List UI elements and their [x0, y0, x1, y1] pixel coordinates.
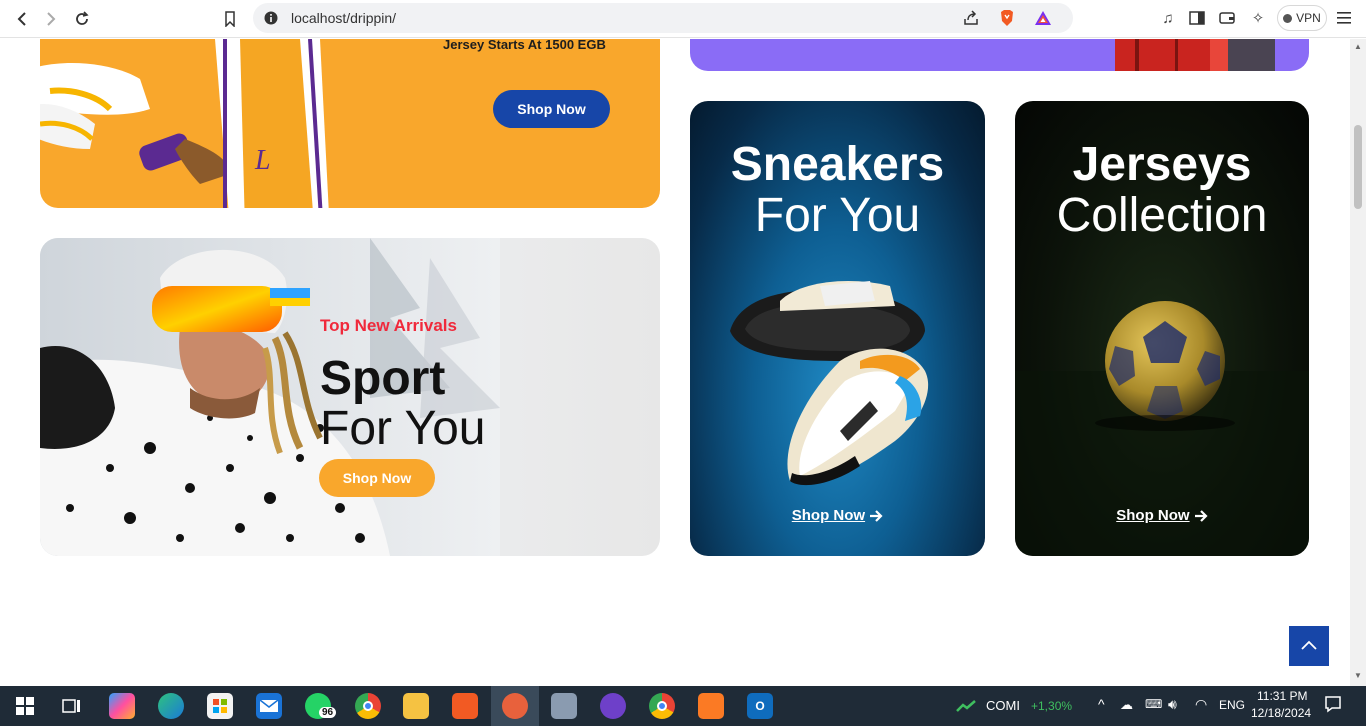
task-view-icon[interactable]	[59, 693, 85, 719]
back-to-top-button[interactable]	[1289, 626, 1329, 666]
wallet-icon[interactable]	[1217, 8, 1237, 28]
vpn-status-icon	[1283, 13, 1293, 23]
vpn-label: VPN	[1296, 11, 1321, 25]
postman-icon[interactable]	[502, 693, 528, 719]
language-indicator[interactable]: ENG	[1219, 698, 1245, 712]
sport-card: Top New Arrivals Sport For You Shop Now	[40, 238, 660, 556]
chrome-profile-icon[interactable]	[649, 693, 675, 719]
clock-time[interactable]: 11:31 PM	[1257, 689, 1307, 703]
chevron-up-icon	[1301, 637, 1317, 655]
jacket-image	[1115, 39, 1275, 71]
jerseys-shop-now-link[interactable]: Shop Now	[1015, 507, 1309, 524]
sneakers-card: Sneakers For You Shop Now	[690, 101, 985, 556]
stock-trend-icon	[955, 693, 977, 719]
jersey-shop-now-button[interactable]: Shop Now	[493, 90, 610, 128]
xampp-icon[interactable]	[698, 693, 724, 719]
menu-icon[interactable]	[1334, 8, 1354, 28]
keyboard-icon[interactable]: ⌨	[1145, 697, 1162, 711]
vpn-button[interactable]: VPN	[1277, 5, 1327, 31]
basketball-player-image: L	[40, 39, 329, 208]
site-info-icon[interactable]	[261, 8, 281, 28]
jerseys-shop-now-label: Shop Now	[1116, 507, 1190, 524]
brave-rewards-icon[interactable]	[1033, 8, 1053, 28]
chrome-icon[interactable]	[355, 693, 381, 719]
installer-icon[interactable]	[551, 693, 577, 719]
arrow-right-icon	[1194, 507, 1208, 524]
outlook-icon[interactable]: O	[747, 693, 773, 719]
notification-icon[interactable]	[1324, 695, 1342, 718]
jersey-promo-card: L Jersey Starts At 1500 EGB Shop Now	[40, 39, 660, 208]
stock-name: COMI	[986, 698, 1020, 713]
arrow-right-icon	[869, 507, 883, 524]
clock-date[interactable]: 12/18/2024	[1251, 706, 1311, 720]
sport-title: Sport	[320, 352, 446, 405]
media-icon[interactable]: ♫	[1158, 8, 1178, 28]
scroll-down-icon[interactable]: ▼	[1354, 671, 1362, 680]
store-icon[interactable]	[207, 693, 233, 719]
page-scrollbar[interactable]: ▲ ▼	[1350, 39, 1366, 686]
sneakers-image	[730, 281, 929, 486]
back-icon[interactable]	[9, 6, 35, 32]
whatsapp-icon[interactable]: 96	[305, 693, 337, 719]
address-bar[interactable]: localhost/drippin/	[253, 3, 1073, 33]
sneakers-shop-now-link[interactable]: Shop Now	[690, 507, 985, 524]
leo-ai-icon[interactable]: ✧	[1248, 8, 1268, 28]
scroll-thumb[interactable]	[1354, 125, 1362, 209]
mail-icon[interactable]	[256, 693, 282, 719]
brave-icon[interactable]	[452, 693, 478, 719]
forward-icon[interactable]	[38, 6, 64, 32]
jerseys-subtitle: Collection	[1056, 189, 1268, 242]
windows-taskbar: 96 O COMI +1,30% ^ ☁ ⌨ 🔊︎ ◠ ENG 11:31 PM…	[0, 686, 1366, 726]
reload-icon[interactable]	[69, 6, 95, 32]
bookmark-icon[interactable]	[217, 6, 243, 32]
url-text: localhost/drippin/	[291, 10, 397, 26]
svg-text:L: L	[254, 145, 271, 176]
whatsapp-badge: 96	[319, 707, 337, 718]
sport-tagline: Top New Arrivals	[320, 316, 457, 335]
edge-icon[interactable]	[158, 693, 184, 719]
github-desktop-icon[interactable]	[600, 693, 626, 719]
share-icon[interactable]	[961, 8, 981, 28]
sport-subtitle: For You	[320, 402, 486, 455]
windows-start-icon[interactable]	[12, 693, 38, 719]
sneakers-subtitle: For You	[754, 189, 921, 242]
browser-toolbar: localhost/drippin/ ♫ ✧ VPN	[0, 0, 1366, 38]
brave-shield-icon[interactable]	[997, 8, 1017, 28]
volume-icon[interactable]: 🔊︎	[1168, 696, 1177, 713]
onedrive-icon[interactable]: ☁	[1120, 697, 1133, 713]
jerseys-card: Jerseys Collection Shop Now	[1015, 101, 1309, 556]
page-viewport: L Jersey Starts At 1500 EGB Shop Now Top…	[0, 39, 1350, 686]
sneakers-title: Sneakers	[730, 138, 945, 191]
file-explorer-icon[interactable]	[403, 693, 429, 719]
purple-promo-card	[690, 39, 1309, 71]
jersey-price-text: Jersey Starts At 1500 EGB	[443, 39, 606, 52]
copilot-icon[interactable]	[109, 693, 135, 719]
sneakers-shop-now-label: Shop Now	[791, 507, 866, 524]
wifi-icon[interactable]: ◠	[1195, 696, 1207, 713]
sidebar-icon[interactable]	[1187, 8, 1207, 28]
jerseys-title: Jerseys	[1072, 138, 1252, 191]
chevron-up-icon[interactable]: ^	[1098, 696, 1105, 712]
sport-shop-now-button[interactable]: Shop Now	[319, 459, 435, 497]
stock-change: +1,30%	[1031, 699, 1073, 713]
scroll-up-icon[interactable]: ▲	[1354, 42, 1362, 51]
